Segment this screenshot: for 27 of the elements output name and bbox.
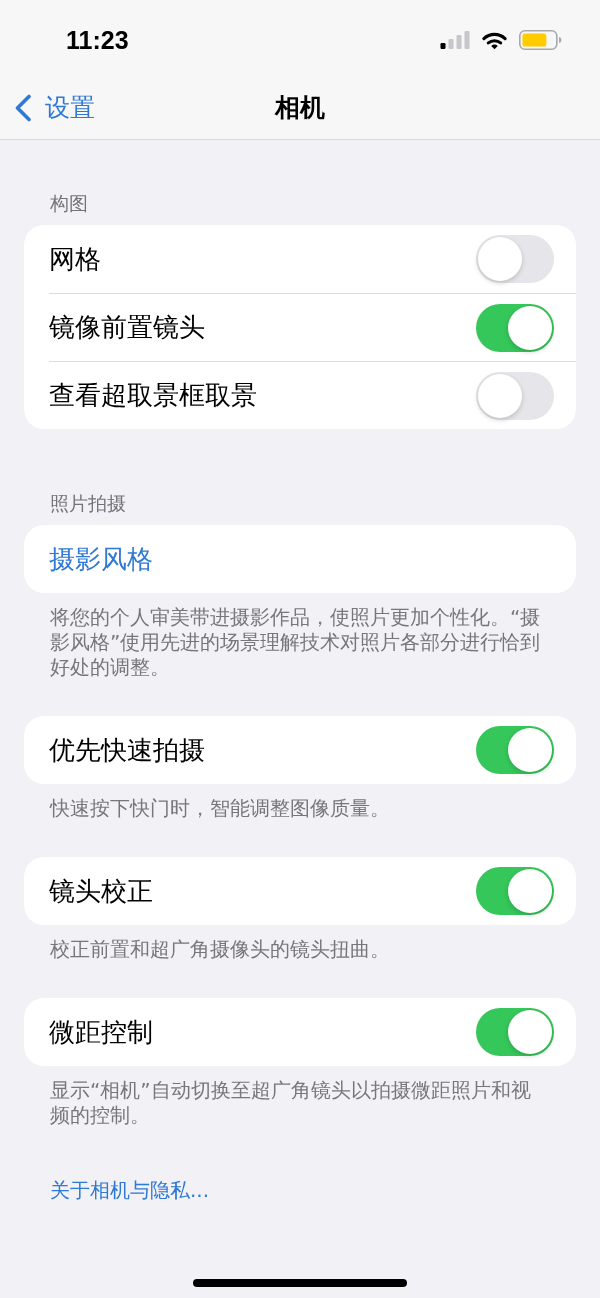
toggle-switch[interactable] bbox=[476, 726, 554, 774]
section-header: 构图 bbox=[50, 191, 89, 215]
row-label: 微距控制 bbox=[49, 1015, 153, 1049]
toggle-switch[interactable] bbox=[476, 371, 554, 420]
chevron-icon bbox=[14, 93, 32, 122]
nav-title: 相机 bbox=[275, 92, 325, 124]
battery-icon bbox=[519, 30, 562, 50]
section-header: 照片拍摄 bbox=[50, 491, 127, 515]
footer-note: 显示“相机”自动切换至超广角镜头以拍摄微距照片和视频的控制。 bbox=[50, 1077, 532, 1128]
footer-note: 快速按下快门时，智能调整图像质量。 bbox=[50, 795, 391, 821]
toggle-switch[interactable] bbox=[476, 867, 554, 915]
signal-icon bbox=[440, 31, 470, 49]
privacy-link[interactable]: 关于相机与隐私... bbox=[50, 1178, 210, 1203]
toggle-switch[interactable] bbox=[476, 303, 554, 352]
footer-note: 校正前置和超广角摄像头的镜头扭曲。 bbox=[50, 936, 391, 962]
status-time: 11:23 bbox=[66, 25, 129, 55]
toggle-switch[interactable] bbox=[476, 235, 554, 283]
toggle-switch[interactable] bbox=[476, 1008, 554, 1056]
footer-note: 将您的个人审美带进摄影作品，使照片更加个性化。“摄影风格”使用先进的场景理解技术对照片各部分进行恰到好处的调整。 bbox=[50, 604, 542, 680]
back-button[interactable]: 设置 bbox=[14, 91, 95, 124]
row-label: 镜头校正 bbox=[49, 874, 153, 908]
wifi-icon bbox=[482, 30, 507, 50]
row-label: 网格 bbox=[49, 242, 101, 276]
row-label: 镜像前置镜头 bbox=[49, 311, 205, 344]
row-label: 查看超取景框取景 bbox=[49, 379, 257, 412]
settings-link[interactable]: 摄影风格 bbox=[49, 525, 576, 593]
row-label: 优先快速拍摄 bbox=[49, 733, 205, 767]
